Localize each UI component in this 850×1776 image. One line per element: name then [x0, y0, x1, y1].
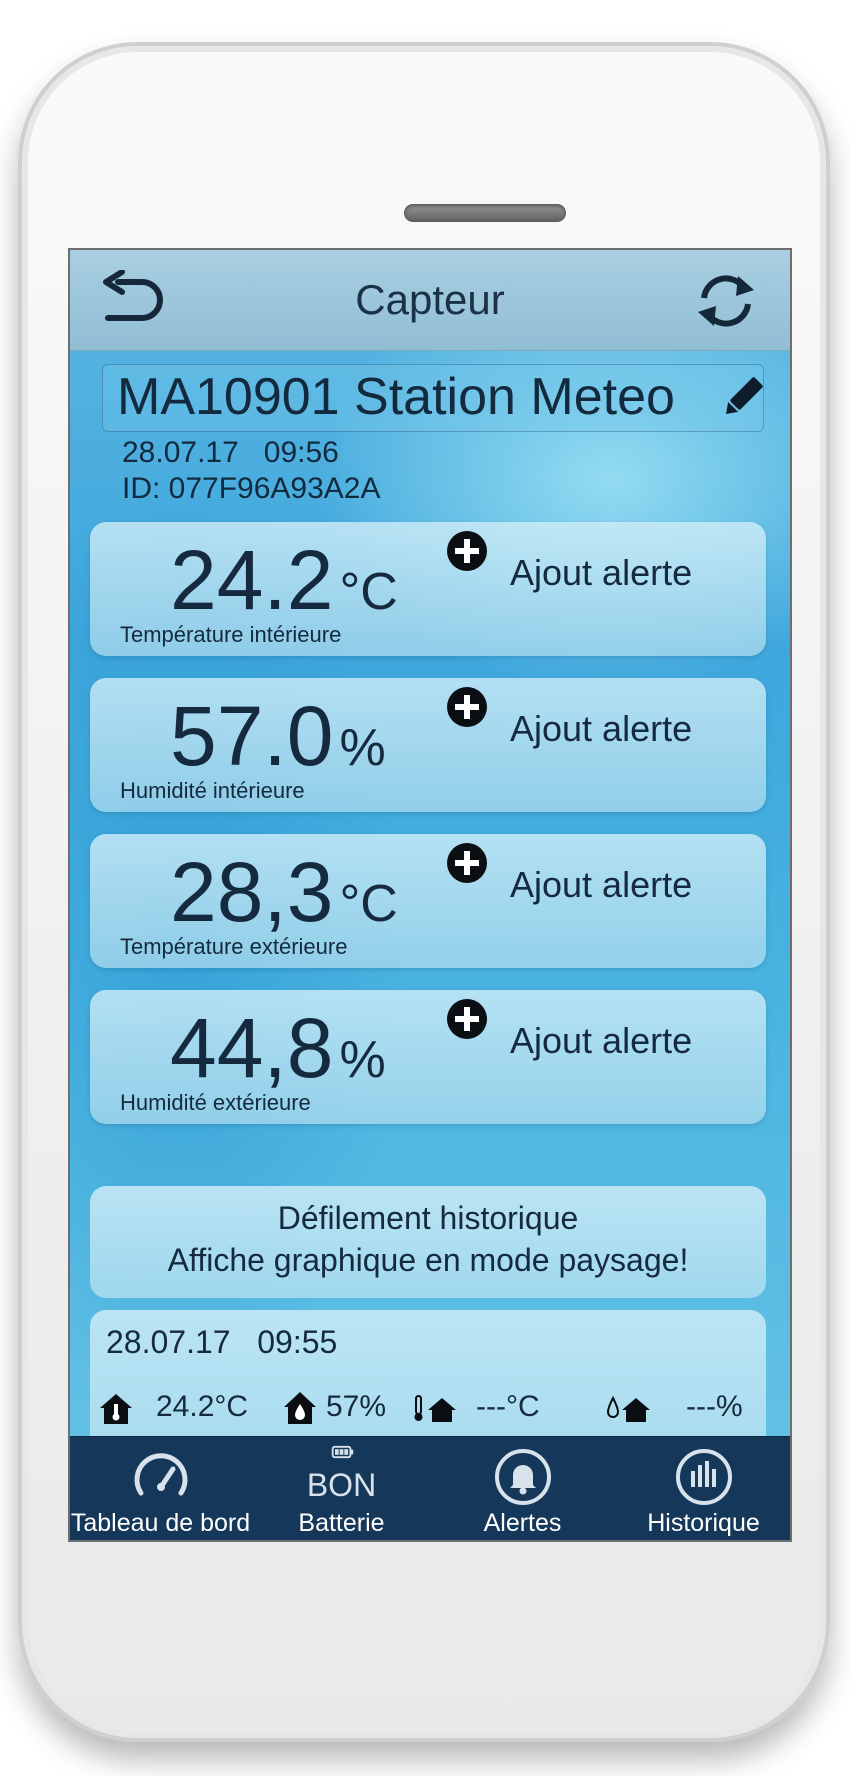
- history-notice: Défilement historique Affiche graphique …: [90, 1186, 766, 1298]
- reading-value: 44,8%: [170, 1001, 386, 1095]
- reading-card-indoor-temp: 24.2 °C Température intérieure Ajout aler…: [90, 522, 766, 656]
- history-indoor-humidity: 57%: [326, 1390, 387, 1423]
- sensor-name-box[interactable]: MA10901 Station Meteo: [102, 364, 764, 432]
- pencil-icon[interactable]: [721, 373, 765, 421]
- sensor-id: ID: 077F96A93A2A: [122, 472, 381, 505]
- tab-label: Historique: [647, 1509, 760, 1537]
- tab-bar: Tableau de bord BON Batterie Alertes His…: [70, 1436, 790, 1540]
- reading-unit: %: [339, 719, 386, 777]
- reading-unit: °C: [339, 875, 398, 933]
- add-alert-button[interactable]: Ajout alerte: [510, 1020, 692, 1062]
- house-droplet-icon: [284, 1392, 316, 1424]
- history-row-time: 09:55: [257, 1324, 338, 1360]
- plus-circle-icon[interactable]: [446, 998, 488, 1040]
- page-title: Capteur: [355, 276, 505, 323]
- plus-circle-icon[interactable]: [446, 842, 488, 884]
- reading-value: 24.2 °C: [170, 533, 398, 627]
- nav-bar: Capteur: [70, 250, 790, 351]
- reading-value: 57.0%: [170, 689, 386, 783]
- battery-status: BON: [306, 1467, 377, 1503]
- add-alert-button[interactable]: Ajout alerte: [510, 708, 692, 750]
- sensor-date: 28.07.17: [122, 436, 239, 469]
- speedometer-icon: [134, 1453, 187, 1496]
- phone-speaker: [404, 204, 566, 222]
- reading-label: Température intérieure: [120, 622, 342, 647]
- history-outdoor-temp: ---°C: [476, 1390, 540, 1423]
- tab-battery[interactable]: BON Batterie: [251, 1437, 432, 1540]
- sensor-time: 09:56: [263, 436, 339, 469]
- reading-unit: °C: [339, 563, 398, 621]
- refresh-icon[interactable]: [690, 268, 762, 334]
- reading-label: Humidité extérieure: [120, 1090, 311, 1115]
- tab-alerts[interactable]: Alertes: [432, 1437, 613, 1540]
- timestamp-line: 28.07.17 09:56: [122, 436, 339, 470]
- reading-label: Température extérieure: [120, 934, 348, 959]
- history-outdoor-humidity: ---%: [686, 1390, 743, 1423]
- add-alert-button[interactable]: Ajout alerte: [510, 552, 692, 594]
- reading-card-indoor-humidity: 57.0% Humidité intérieure Ajout alerte: [90, 678, 766, 812]
- reading-unit: %: [339, 1031, 386, 1089]
- house-thermometer-icon: [100, 1394, 132, 1424]
- history-indoor-temp: 24.2°C: [156, 1390, 249, 1423]
- history-notice-title: Défilement historique: [277, 1200, 579, 1236]
- outdoor-thermometer-icon: [414, 1395, 456, 1422]
- bell-icon: [494, 1449, 551, 1505]
- tab-dashboard[interactable]: Tableau de bord: [70, 1437, 251, 1540]
- plus-circle-icon[interactable]: [446, 686, 488, 728]
- history-row[interactable]: 28.07.17 09:55 24.2°C 57% ---°C ---%: [90, 1310, 766, 1450]
- plus-circle-icon[interactable]: [446, 530, 488, 572]
- app-screen: Capteur MA10901 Station Meteo 28.07.17 0…: [68, 248, 792, 1542]
- sensor-name: MA10901 Station Meteo: [117, 368, 675, 426]
- history-notice-subtitle: Affiche graphique en mode paysage!: [167, 1242, 689, 1278]
- history-row-date: 28.07.17: [106, 1324, 231, 1360]
- history-row-timestamp: 28.07.17 09:55: [106, 1324, 337, 1361]
- outdoor-droplet-icon: [606, 1395, 650, 1422]
- add-alert-button[interactable]: Ajout alerte: [510, 864, 692, 906]
- history-row-values: 24.2°C 57% ---°C ---%: [90, 1390, 766, 1430]
- tab-history[interactable]: Historique: [613, 1437, 790, 1540]
- reading-card-outdoor-temp: 28,3 °C Température extérieure Ajout aler…: [90, 834, 766, 968]
- reading-card-outdoor-humidity: 44,8% Humidité extérieure Ajout alerte: [90, 990, 766, 1124]
- bar-chart-icon: [675, 1449, 732, 1505]
- reading-label: Humidité intérieure: [120, 778, 305, 803]
- reading-value: 28,3 °C: [170, 845, 398, 939]
